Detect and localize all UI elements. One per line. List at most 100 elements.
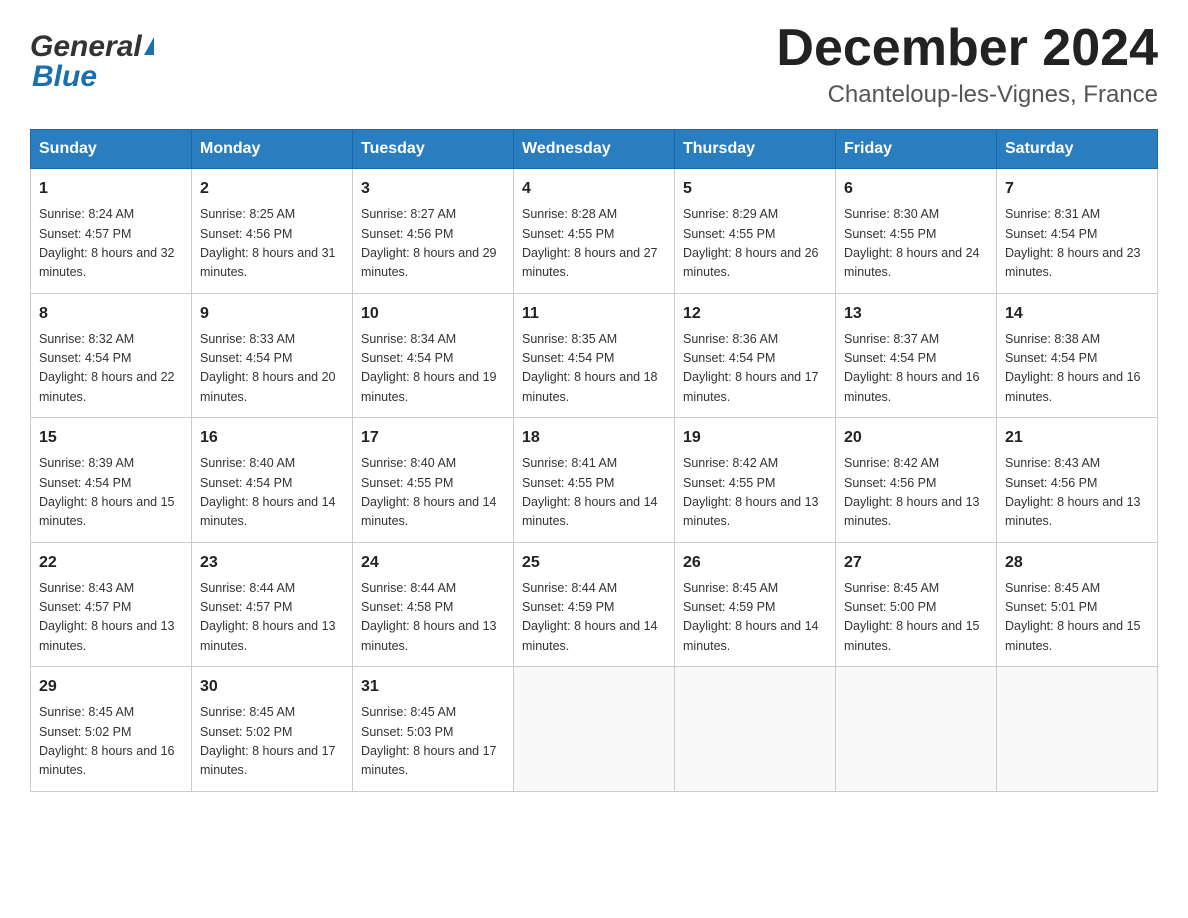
calendar-cell: 7 Sunrise: 8:31 AMSunset: 4:54 PMDaylight…	[997, 169, 1158, 294]
day-info: Sunrise: 8:45 AMSunset: 5:03 PMDaylight:…	[361, 703, 505, 781]
day-info: Sunrise: 8:43 AMSunset: 4:57 PMDaylight:…	[39, 579, 183, 657]
day-info: Sunrise: 8:36 AMSunset: 4:54 PMDaylight:…	[683, 330, 827, 408]
day-info: Sunrise: 8:45 AMSunset: 5:02 PMDaylight:…	[39, 703, 183, 781]
calendar-cell: 17 Sunrise: 8:40 AMSunset: 4:55 PMDayligh…	[353, 418, 514, 543]
day-number: 6	[844, 177, 988, 201]
day-number: 24	[361, 551, 505, 575]
week-row-1: 1 Sunrise: 8:24 AMSunset: 4:57 PMDaylight…	[31, 169, 1158, 294]
day-number: 2	[200, 177, 344, 201]
calendar-cell: 5Sunrise: 8:29 AMSunset: 4:55 PMDaylight…	[675, 169, 836, 294]
day-info: Sunrise: 8:45 AMSunset: 5:02 PMDaylight:…	[200, 703, 344, 781]
day-info: Sunrise: 8:37 AMSunset: 4:54 PMDaylight:…	[844, 330, 988, 408]
day-number: 14	[1005, 302, 1149, 326]
calendar-cell: 31Sunrise: 8:45 AMSunset: 5:03 PMDayligh…	[353, 667, 514, 792]
day-number: 15	[39, 426, 183, 450]
calendar-cell: 11 Sunrise: 8:35 AMSunset: 4:54 PMDayligh…	[514, 293, 675, 418]
day-info: Sunrise: 8:34 AMSunset: 4:54 PMDaylight:…	[361, 330, 505, 408]
day-info: Sunrise: 8:28 AMSunset: 4:55 PMDaylight:…	[522, 205, 666, 283]
day-number: 18	[522, 426, 666, 450]
day-number: 30	[200, 675, 344, 699]
day-info: Sunrise: 8:40 AMSunset: 4:54 PMDaylight:…	[200, 454, 344, 532]
day-info: Sunrise: 8:39 AMSunset: 4:54 PMDaylight:…	[39, 454, 183, 532]
day-number: 26	[683, 551, 827, 575]
day-number: 13	[844, 302, 988, 326]
day-info: Sunrise: 8:45 AMSunset: 4:59 PMDaylight:…	[683, 579, 827, 657]
day-info: Sunrise: 8:30 AMSunset: 4:55 PMDaylight:…	[844, 205, 988, 283]
day-info: Sunrise: 8:40 AMSunset: 4:55 PMDaylight:…	[361, 454, 505, 532]
day-number: 20	[844, 426, 988, 450]
day-info: Sunrise: 8:42 AMSunset: 4:55 PMDaylight:…	[683, 454, 827, 532]
calendar-table: SundayMondayTuesdayWednesdayThursdayFrid…	[30, 129, 1158, 792]
calendar-cell: 2 Sunrise: 8:25 AMSunset: 4:56 PMDaylight…	[192, 169, 353, 294]
header-wednesday: Wednesday	[514, 130, 675, 169]
title-section: December 2024 Chanteloup-les-Vignes, Fra…	[776, 20, 1158, 109]
day-number: 19	[683, 426, 827, 450]
calendar-cell: 22 Sunrise: 8:43 AMSunset: 4:57 PMDayligh…	[31, 542, 192, 667]
calendar-cell: 3Sunrise: 8:27 AMSunset: 4:56 PMDaylight…	[353, 169, 514, 294]
day-info: Sunrise: 8:45 AMSunset: 5:01 PMDaylight:…	[1005, 579, 1149, 657]
day-number: 27	[844, 551, 988, 575]
calendar-cell: 25Sunrise: 8:44 AMSunset: 4:59 PMDayligh…	[514, 542, 675, 667]
calendar-cell	[997, 667, 1158, 792]
header-friday: Friday	[836, 130, 997, 169]
day-info: Sunrise: 8:42 AMSunset: 4:56 PMDaylight:…	[844, 454, 988, 532]
day-info: Sunrise: 8:43 AMSunset: 4:56 PMDaylight:…	[1005, 454, 1149, 532]
calendar-cell	[836, 667, 997, 792]
day-info: Sunrise: 8:32 AMSunset: 4:54 PMDaylight:…	[39, 330, 183, 408]
calendar-cell	[675, 667, 836, 792]
week-row-4: 22 Sunrise: 8:43 AMSunset: 4:57 PMDayligh…	[31, 542, 1158, 667]
logo: General Blue	[30, 20, 154, 94]
day-info: Sunrise: 8:29 AMSunset: 4:55 PMDaylight:…	[683, 205, 827, 283]
calendar-cell: 24Sunrise: 8:44 AMSunset: 4:58 PMDayligh…	[353, 542, 514, 667]
day-number: 23	[200, 551, 344, 575]
day-number: 8	[39, 302, 183, 326]
logo-general-text: General	[30, 30, 142, 64]
day-info: Sunrise: 8:38 AMSunset: 4:54 PMDaylight:…	[1005, 330, 1149, 408]
calendar-cell: 19 Sunrise: 8:42 AMSunset: 4:55 PMDayligh…	[675, 418, 836, 543]
calendar-cell: 27 Sunrise: 8:45 AMSunset: 5:00 PMDayligh…	[836, 542, 997, 667]
day-number: 12	[683, 302, 827, 326]
day-number: 16	[200, 426, 344, 450]
header-sunday: Sunday	[31, 130, 192, 169]
day-info: Sunrise: 8:33 AMSunset: 4:54 PMDaylight:…	[200, 330, 344, 408]
month-title: December 2024	[776, 20, 1158, 77]
calendar-cell: 6 Sunrise: 8:30 AMSunset: 4:55 PMDaylight…	[836, 169, 997, 294]
day-number: 9	[200, 302, 344, 326]
week-row-3: 15 Sunrise: 8:39 AMSunset: 4:54 PMDayligh…	[31, 418, 1158, 543]
calendar-cell: 29 Sunrise: 8:45 AMSunset: 5:02 PMDayligh…	[31, 667, 192, 792]
logo-blue-text: Blue	[32, 60, 97, 94]
calendar-cell: 12 Sunrise: 8:36 AMSunset: 4:54 PMDayligh…	[675, 293, 836, 418]
day-info: Sunrise: 8:45 AMSunset: 5:00 PMDaylight:…	[844, 579, 988, 657]
calendar-body: 1 Sunrise: 8:24 AMSunset: 4:57 PMDaylight…	[31, 169, 1158, 792]
day-number: 25	[522, 551, 666, 575]
day-info: Sunrise: 8:31 AMSunset: 4:54 PMDaylight:…	[1005, 205, 1149, 283]
calendar-cell: 13 Sunrise: 8:37 AMSunset: 4:54 PMDayligh…	[836, 293, 997, 418]
header-thursday: Thursday	[675, 130, 836, 169]
day-info: Sunrise: 8:24 AMSunset: 4:57 PMDaylight:…	[39, 205, 183, 283]
calendar-cell: 16 Sunrise: 8:40 AMSunset: 4:54 PMDayligh…	[192, 418, 353, 543]
day-number: 1	[39, 177, 183, 201]
header-saturday: Saturday	[997, 130, 1158, 169]
day-number: 17	[361, 426, 505, 450]
calendar-cell: 28Sunrise: 8:45 AMSunset: 5:01 PMDayligh…	[997, 542, 1158, 667]
header-row: SundayMondayTuesdayWednesdayThursdayFrid…	[31, 130, 1158, 169]
calendar-cell: 30 Sunrise: 8:45 AMSunset: 5:02 PMDayligh…	[192, 667, 353, 792]
day-info: Sunrise: 8:25 AMSunset: 4:56 PMDaylight:…	[200, 205, 344, 283]
calendar-cell: 10Sunrise: 8:34 AMSunset: 4:54 PMDayligh…	[353, 293, 514, 418]
header-tuesday: Tuesday	[353, 130, 514, 169]
calendar-cell: 1 Sunrise: 8:24 AMSunset: 4:57 PMDaylight…	[31, 169, 192, 294]
day-number: 22	[39, 551, 183, 575]
calendar-cell: 23 Sunrise: 8:44 AMSunset: 4:57 PMDayligh…	[192, 542, 353, 667]
week-row-2: 8 Sunrise: 8:32 AMSunset: 4:54 PMDaylight…	[31, 293, 1158, 418]
day-info: Sunrise: 8:44 AMSunset: 4:57 PMDaylight:…	[200, 579, 344, 657]
calendar-header: SundayMondayTuesdayWednesdayThursdayFrid…	[31, 130, 1158, 169]
day-info: Sunrise: 8:35 AMSunset: 4:54 PMDaylight:…	[522, 330, 666, 408]
day-number: 4	[522, 177, 666, 201]
day-number: 7	[1005, 177, 1149, 201]
logo-line1: General	[30, 30, 154, 64]
day-number: 29	[39, 675, 183, 699]
calendar-cell: 26 Sunrise: 8:45 AMSunset: 4:59 PMDayligh…	[675, 542, 836, 667]
calendar-cell: 8 Sunrise: 8:32 AMSunset: 4:54 PMDaylight…	[31, 293, 192, 418]
day-number: 11	[522, 302, 666, 326]
week-row-5: 29 Sunrise: 8:45 AMSunset: 5:02 PMDayligh…	[31, 667, 1158, 792]
